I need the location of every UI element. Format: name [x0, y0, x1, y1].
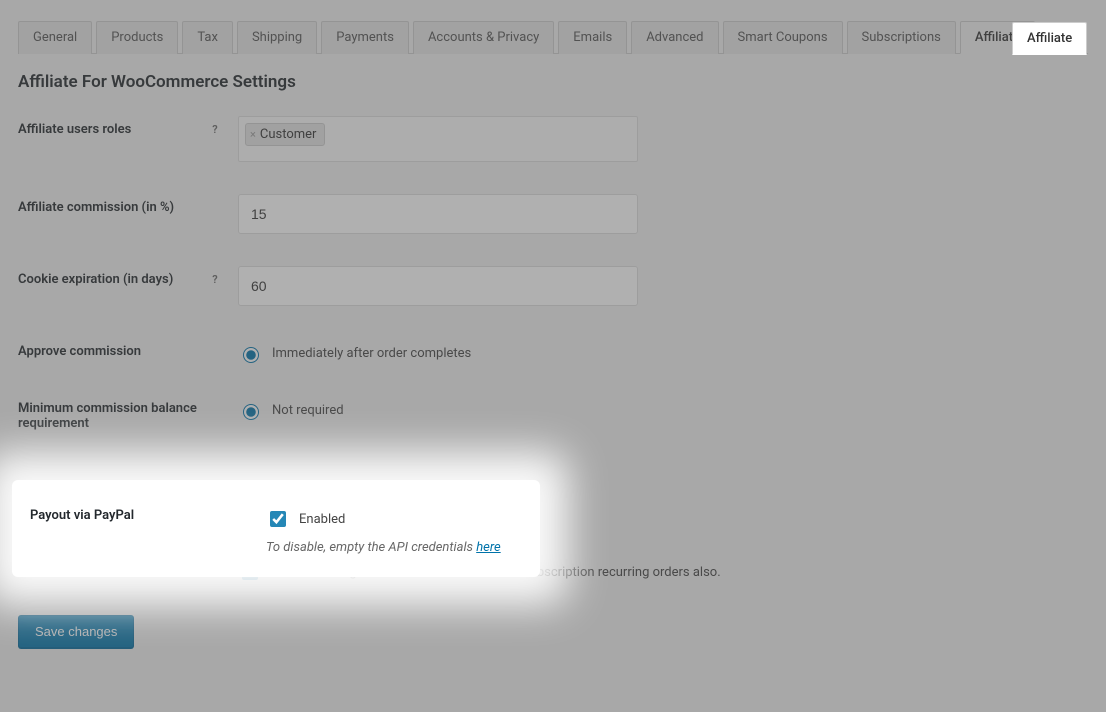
approve-radio-immediate[interactable]: [243, 347, 259, 363]
row-affiliate-roles: Affiliate users roles ? × Customer: [18, 116, 1088, 162]
tab-affiliate-active[interactable]: Affiliate: [1012, 22, 1087, 55]
label-paypal: Payout via PayPal: [30, 502, 266, 523]
tab-advanced[interactable]: Advanced: [631, 21, 718, 54]
help-icon[interactable]: ?: [208, 272, 222, 286]
role-chip-customer[interactable]: × Customer: [245, 123, 325, 146]
min-balance-option-label: Not required: [272, 403, 344, 418]
row-approve: Approve commission Immediately after ord…: [18, 338, 1088, 363]
tab-tax[interactable]: Tax: [182, 21, 233, 54]
label-approve: Approve commission: [18, 338, 238, 359]
tab-emails[interactable]: Emails: [558, 21, 627, 54]
paypal-highlight: Payout via PayPal Enabled To disable, em…: [12, 480, 540, 577]
tab-shipping[interactable]: Shipping: [237, 21, 317, 54]
label-commission: Affiliate commission (in %): [18, 194, 238, 215]
remove-chip-icon[interactable]: ×: [250, 128, 256, 141]
label-cookie: Cookie expiration (in days) ?: [18, 266, 238, 287]
tab-accounts-privacy[interactable]: Accounts & Privacy: [413, 21, 554, 54]
min-balance-radio-not-required[interactable]: [243, 404, 259, 420]
tab-subscriptions[interactable]: Subscriptions: [847, 21, 956, 54]
row-min-balance: Minimum commission balance requirement N…: [18, 395, 1088, 431]
row-commission: Affiliate commission (in %): [18, 194, 1088, 234]
label-affiliate-roles: Affiliate users roles ?: [18, 116, 238, 137]
tab-payments[interactable]: Payments: [321, 21, 409, 54]
tab-general[interactable]: General: [18, 21, 92, 54]
commission-input[interactable]: [238, 194, 638, 234]
tab-smart-coupons[interactable]: Smart Coupons: [723, 21, 843, 54]
save-button[interactable]: Save changes: [18, 615, 134, 648]
approve-option-label: Immediately after order completes: [272, 346, 471, 361]
settings-tabs: General Products Tax Shipping Payments A…: [18, 0, 1088, 54]
page-title: Affiliate For WooCommerce Settings: [18, 72, 1088, 92]
row-cookie: Cookie expiration (in days) ?: [18, 266, 1088, 306]
paypal-credentials-link[interactable]: here: [476, 540, 500, 555]
label-min-balance: Minimum commission balance requirement: [18, 395, 238, 431]
paypal-enabled-checkbox[interactable]: [270, 511, 286, 527]
paypal-hint: To disable, empty the API credentials he…: [266, 540, 501, 555]
paypal-option-label: Enabled: [299, 512, 345, 527]
affiliate-roles-input[interactable]: × Customer: [238, 116, 638, 162]
help-icon[interactable]: ?: [208, 122, 222, 136]
cookie-input[interactable]: [238, 266, 638, 306]
tab-products[interactable]: Products: [96, 21, 178, 54]
row-paypal: Payout via PayPal Enabled To disable, em…: [30, 502, 522, 555]
